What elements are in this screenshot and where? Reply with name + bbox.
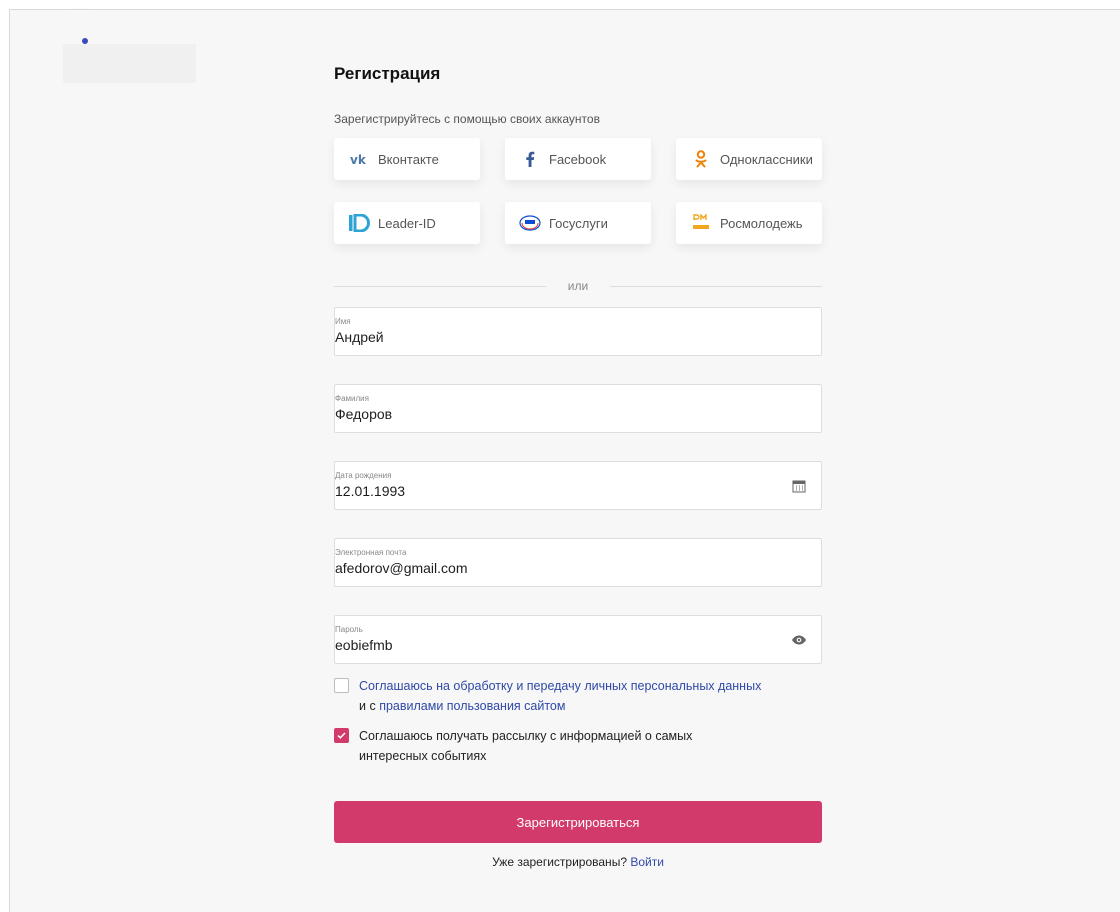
vk-login-button[interactable]: vk Вконтакте [334, 138, 480, 180]
vk-icon: vk [348, 148, 370, 170]
rosmolodezh-login-button[interactable]: Росмолодежь [676, 202, 822, 244]
svg-text:vk: vk [350, 153, 367, 165]
personal-data-text: Соглашаюсь на обработку и передачу личны… [359, 676, 761, 716]
personal-data-link[interactable]: Соглашаюсь на обработку и передачу личны… [359, 679, 761, 693]
first-name-label: Имя [335, 317, 351, 326]
logo-icon [82, 38, 88, 44]
password-input[interactable] [335, 637, 755, 653]
consent-middle-text: и с [359, 699, 376, 713]
email-label: Электронная почта [335, 548, 407, 557]
gosuslugi-label: Госуслуги [549, 215, 608, 231]
divider-text: или [567, 279, 589, 293]
odnoklassniki-label: Одноклассники [720, 151, 813, 167]
first-name-input[interactable] [335, 329, 755, 345]
birth-date-input[interactable] [335, 483, 755, 499]
personal-data-consent: Соглашаюсь на обработку и передачу личны… [334, 676, 761, 716]
rosmolodezh-icon [690, 212, 712, 234]
odnoklassniki-login-button[interactable]: Одноклассники [676, 138, 822, 180]
vk-label: Вконтакте [378, 151, 439, 167]
newsletter-line-1: Соглашаюсь получать рассылку с информаци… [359, 729, 693, 743]
facebook-login-button[interactable]: Facebook [505, 138, 651, 180]
calendar-icon[interactable] [791, 478, 807, 494]
last-name-label: Фамилия [335, 394, 369, 403]
facebook-icon [519, 148, 541, 170]
social-login-grid: vk Вконтакте Facebook Одноклассники Lead… [334, 138, 822, 244]
divider-line-left [334, 285, 546, 287]
rosmolodezh-label: Росмолодежь [720, 215, 803, 231]
password-field[interactable]: Пароль [334, 615, 822, 664]
password-label: Пароль [335, 625, 363, 634]
social-subtitle: Зарегистрируйтесь с помощью своих аккаун… [334, 112, 600, 126]
birth-date-field[interactable]: Дата рождения [334, 461, 822, 510]
register-button[interactable]: Зарегистрироваться [334, 801, 822, 843]
email-input[interactable] [335, 560, 755, 576]
odnoklassniki-icon [690, 148, 712, 170]
last-name-input[interactable] [335, 406, 755, 422]
gosuslugi-icon [519, 212, 541, 234]
newsletter-text: Соглашаюсь получать рассылку с информаци… [359, 726, 692, 766]
first-name-field[interactable]: Имя [334, 307, 822, 356]
login-prompt: Уже зарегистрированы? Войти [334, 855, 822, 869]
birth-date-label: Дата рождения [335, 471, 392, 480]
checkmark-icon [337, 732, 346, 739]
last-name-field[interactable]: Фамилия [334, 384, 822, 433]
email-field[interactable]: Электронная почта [334, 538, 822, 587]
login-prompt-text: Уже зарегистрированы? [492, 855, 627, 869]
facebook-label: Facebook [549, 151, 607, 167]
page-title: Регистрация [334, 64, 441, 83]
leader-id-login-button[interactable]: Leader-ID [334, 202, 480, 244]
personal-data-checkbox[interactable] [334, 678, 349, 693]
site-rules-link[interactable]: правилами пользования сайтом [379, 699, 565, 713]
or-divider: или [334, 278, 823, 294]
eye-icon[interactable] [791, 632, 807, 648]
registration-form: Регистрация Зарегистрируйтесь с помощью … [334, 62, 823, 869]
leader-id-icon [348, 212, 370, 234]
logo-placeholder [63, 44, 196, 83]
divider-line-right [610, 285, 823, 287]
leader-id-label: Leader-ID [378, 215, 436, 231]
newsletter-checkbox[interactable] [334, 728, 349, 743]
gosuslugi-login-button[interactable]: Госуслуги [505, 202, 651, 244]
newsletter-consent: Соглашаюсь получать рассылку с информаци… [334, 726, 692, 766]
newsletter-line-2: интересных событиях [359, 749, 487, 763]
login-link[interactable]: Войти [630, 855, 664, 869]
